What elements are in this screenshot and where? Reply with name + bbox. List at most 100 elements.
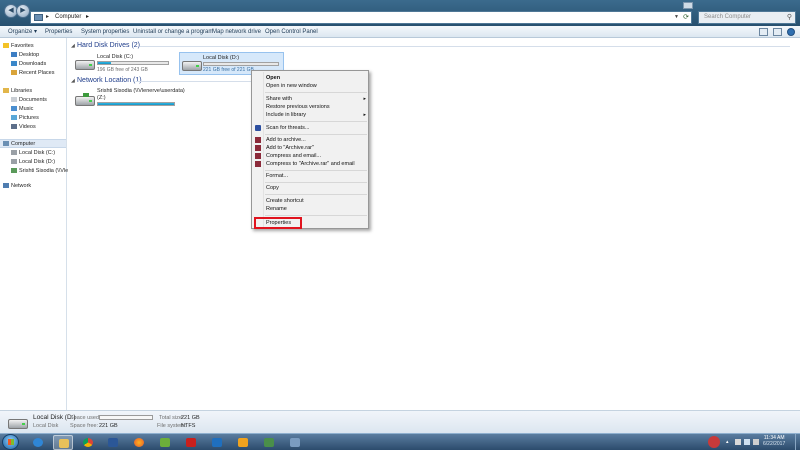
green-app-icon [160, 438, 170, 447]
show-desktop-button[interactable] [795, 434, 800, 450]
forward-button[interactable]: ▶ [16, 4, 30, 18]
tray-app-icon[interactable] [708, 436, 720, 448]
show-hidden-icons-icon[interactable]: ▴ [726, 439, 732, 445]
details-usage-bar [99, 415, 153, 420]
action-center-flag-icon[interactable] [735, 439, 741, 445]
nav-computer[interactable]: Computer [0, 139, 66, 148]
collapse-triangle-icon[interactable]: ◢ [71, 43, 75, 49]
menu-item-add-to-archive[interactable]: Add to archive... [266, 136, 368, 144]
help-icon[interactable] [787, 28, 795, 36]
taskbar-word[interactable] [103, 435, 123, 450]
acrobat-icon [186, 438, 196, 447]
nav-videos[interactable]: Videos [11, 123, 36, 132]
refresh-icon[interactable]: ⟳ [683, 12, 689, 23]
network-drive-icon [75, 93, 95, 106]
search-icon[interactable]: ⚲ [787, 12, 792, 23]
nav-music[interactable]: Music [11, 105, 33, 114]
nav-documents[interactable]: Documents [11, 96, 47, 105]
uninstall-program-button[interactable]: Uninstall or change a program [133, 26, 213, 38]
menu-item-format[interactable]: Format... [266, 172, 368, 180]
nav-favorites[interactable]: Favorites [3, 42, 34, 51]
menu-item-compress-and-email[interactable]: Compress and email... [266, 152, 368, 160]
desktop-icon [11, 52, 17, 58]
menu-item-copy[interactable]: Copy [266, 184, 368, 192]
organize-button[interactable]: Organize ▾ [8, 26, 37, 38]
volume-icon[interactable] [753, 439, 759, 445]
network-status-icon[interactable] [744, 439, 750, 445]
taskbar-app-network[interactable] [259, 435, 279, 450]
nav-local-disk-c[interactable]: Local Disk (C:) [11, 149, 55, 158]
menu-item-add-to-archive-rar[interactable]: Add to "Archive.rar" [266, 144, 368, 152]
command-toolbar: Organize ▾ Properties System properties … [0, 26, 800, 38]
taskbar-outlook[interactable] [207, 435, 227, 450]
nav-local-disk-d[interactable]: Local Disk (D:) [11, 158, 55, 167]
drive-usage-bar [203, 62, 279, 66]
taskbar-app-green[interactable] [155, 435, 175, 450]
menu-item-restore-previous-versions[interactable]: Restore previous versions [266, 103, 368, 111]
taskbar-xampp[interactable] [233, 435, 253, 450]
taskbar-app-remote[interactable] [285, 435, 305, 450]
minimize-button[interactable] [683, 2, 693, 9]
properties-button[interactable]: Properties [45, 26, 72, 38]
start-button[interactable] [2, 434, 19, 450]
menu-separator [265, 134, 367, 135]
menu-separator [265, 215, 367, 216]
computer-icon [3, 141, 9, 147]
menu-separator [265, 92, 367, 93]
menu-separator [265, 170, 367, 171]
hard-drive-icon [75, 60, 95, 70]
menu-item-compress-rar-email[interactable]: Compress to "Archive.rar" and email [266, 160, 368, 168]
menu-item-create-shortcut[interactable]: Create shortcut [266, 197, 368, 205]
nav-network[interactable]: Network [3, 182, 31, 191]
nav-recent-places[interactable]: Recent Places [11, 69, 54, 78]
drive-tile-network[interactable]: Srishti Sisodia (\\Vlenerve\userdata) (Z… [73, 86, 185, 110]
menu-item-include-in-library[interactable]: Include in library ▸ [266, 111, 368, 119]
window-titlebar: ◀ ▶ ▸ Computer ▸ ▼ ⟳ Search Computer ⚲ [0, 0, 800, 26]
breadcrumb-arrow-icon[interactable]: ▸ [46, 12, 49, 23]
drive-name: Srishti Sisodia (\\Vlenerve\userdata) [97, 88, 185, 94]
address-bar[interactable]: ▸ Computer ▸ ▼ ⟳ [30, 11, 692, 24]
group-hard-disk-drives[interactable]: Hard Disk Drives (2) [77, 42, 140, 49]
group-network-location[interactable]: Network Location (1) [77, 77, 142, 84]
drive-usage-bar [97, 102, 175, 106]
menu-item-open-new-window[interactable]: Open in new window [266, 82, 368, 90]
xampp-icon [238, 438, 248, 447]
collapse-triangle-icon[interactable]: ◢ [71, 78, 75, 84]
system-properties-button[interactable]: System properties [81, 26, 129, 38]
search-input[interactable]: Search Computer ⚲ [698, 11, 796, 24]
open-control-panel-button[interactable]: Open Control Panel [265, 26, 318, 38]
taskbar-firefox[interactable] [129, 435, 149, 450]
menu-item-open[interactable]: Open [266, 74, 368, 82]
nav-desktop[interactable]: Desktop [11, 51, 39, 60]
context-menu: Open Open in new window Share with ▸ Rest… [251, 70, 369, 229]
nav-network-share[interactable]: Srishti Sisodia (\\Vle [11, 167, 68, 176]
winrar-icon [255, 137, 261, 143]
view-options-icon[interactable] [759, 28, 768, 36]
drive-usage-fill [98, 103, 174, 105]
breadcrumb-computer[interactable]: Computer [55, 12, 81, 23]
menu-item-scan-threats[interactable]: Scan for threats... [266, 124, 368, 132]
preview-pane-icon[interactable] [773, 28, 782, 36]
menu-separator [265, 121, 367, 122]
details-pane: Local Disk (D:) Local Disk Space used: S… [0, 410, 800, 433]
chevron-down-icon[interactable]: ▼ [674, 12, 679, 23]
nav-downloads[interactable]: Downloads [11, 60, 46, 69]
taskbar-chrome[interactable] [78, 435, 98, 450]
submenu-arrow-icon: ▸ [363, 112, 366, 118]
computer-icon [34, 14, 43, 21]
nav-libraries[interactable]: Libraries [3, 87, 32, 96]
taskbar-acrobat[interactable] [181, 435, 201, 450]
details-total-size-label: Total size: [159, 415, 184, 421]
taskbar-ie[interactable] [28, 435, 48, 450]
details-file-system: NTFS [181, 423, 196, 429]
nav-pictures[interactable]: Pictures [11, 114, 39, 123]
drive-usage-fill [98, 62, 112, 64]
menu-item-rename[interactable]: Rename [266, 205, 368, 213]
documents-icon [11, 97, 17, 103]
map-network-drive-button[interactable]: Map network drive [212, 26, 261, 38]
taskbar-explorer[interactable] [53, 435, 73, 450]
clock[interactable]: 11:34 AM 6/22/2017 [763, 435, 785, 447]
menu-item-share-with[interactable]: Share with ▸ [266, 95, 368, 103]
drive-tile-c[interactable]: Local Disk (C:) 196 GB free of 243 GB [73, 52, 173, 76]
breadcrumb-arrow-icon[interactable]: ▸ [86, 12, 89, 23]
